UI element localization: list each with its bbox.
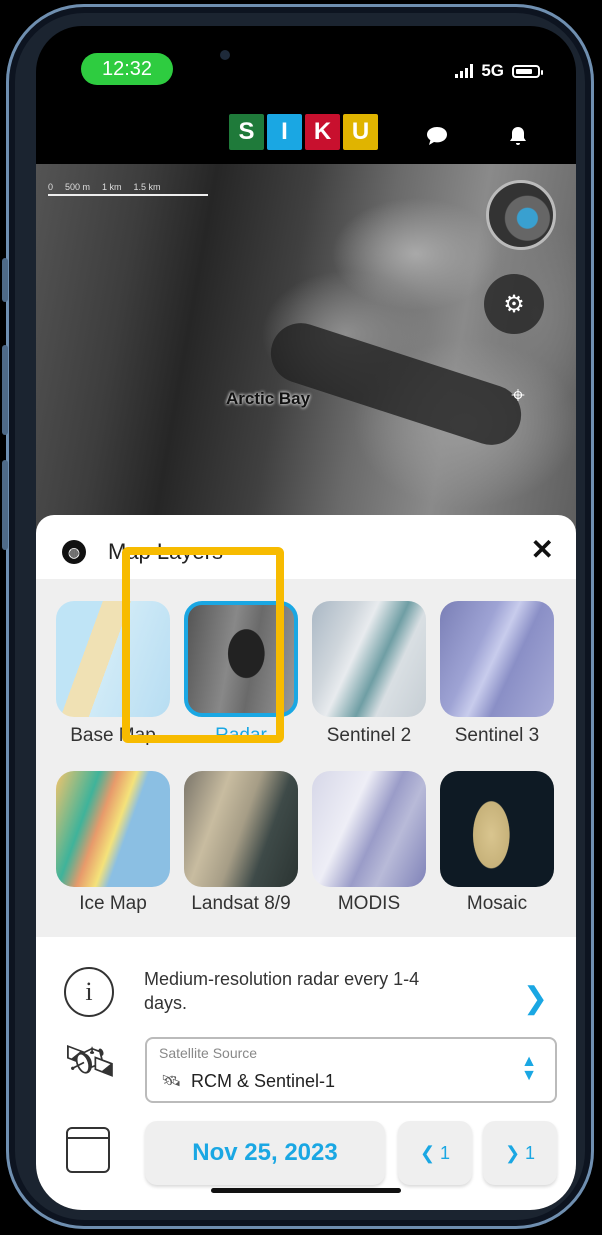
layer-tile-ice-map[interactable] — [56, 771, 170, 887]
side-button — [2, 258, 8, 302]
status-indicators: 5G — [455, 61, 543, 81]
map-water — [263, 315, 529, 453]
scale-label: 0 — [48, 182, 54, 192]
place-label: Arctic Bay — [226, 389, 311, 408]
chevron-right-icon: ❯ — [504, 1142, 526, 1163]
locate-button[interactable]: ⌖ — [492, 370, 544, 422]
scale-label: 1.5 km — [133, 182, 161, 192]
date-button[interactable]: Nov 25, 2023 — [145, 1121, 385, 1185]
scale-label: 500 m — [65, 182, 91, 192]
info-icon: i — [64, 967, 114, 1017]
front-camera — [220, 50, 230, 60]
calendar-icon — [66, 1127, 110, 1173]
chevron-right-icon[interactable]: ❯ — [523, 981, 548, 1016]
step-count: 1 — [525, 1142, 536, 1163]
next-date-button[interactable]: ❯ 1 — [483, 1121, 557, 1185]
status-time: 12:32 — [81, 53, 173, 85]
logo-letter: K — [305, 114, 340, 150]
layer-tile-mosaic[interactable] — [440, 771, 554, 887]
layer-description: Medium-resolution radar every 1-4 days. — [144, 969, 420, 1013]
scale-bar — [48, 194, 208, 196]
volume-up-button — [2, 345, 8, 435]
layer-tile-sentinel-2[interactable] — [312, 601, 426, 717]
logo-letter: U — [343, 114, 378, 150]
crosshair-icon: ⌖ — [511, 382, 525, 409]
satellite-source-caption: Satellite Source — [159, 1045, 258, 1061]
layer-label: Mosaic — [466, 893, 528, 914]
satellite-icon: 🛰 — [62, 1037, 118, 1086]
home-indicator[interactable] — [211, 1188, 401, 1193]
satellite-source-select[interactable]: Satellite Source 🛰 RCM & Sentinel-1 ▲ ▼ — [145, 1037, 557, 1103]
layer-tile-landsat[interactable] — [184, 771, 298, 887]
map-scale: 0 500 m 1 km 1.5 km — [48, 182, 161, 192]
select-arrows-icon: ▲ ▼ — [521, 1053, 537, 1084]
layer-tile-sentinel-3[interactable] — [440, 601, 554, 717]
satellite-small-icon: 🛰 — [161, 1073, 182, 1090]
layer-grid: Base Map Radar Sentinel 2 Sentinel 3 Ice… — [36, 579, 576, 937]
network-label: 5G — [481, 61, 504, 80]
profile-avatar-button[interactable] — [486, 180, 556, 250]
globe-icon: ◍ — [62, 540, 86, 564]
siku-logo: S I K U — [229, 114, 378, 150]
bell-icon[interactable] — [508, 126, 528, 154]
chevron-left-icon: ❮ — [419, 1142, 441, 1163]
layer-tile-modis[interactable] — [312, 771, 426, 887]
selection-highlight — [122, 547, 284, 743]
logo-letter: I — [267, 114, 302, 150]
map-layers-panel: ◍ Map Layers ✕ Base Map Radar Sentinel 2… — [36, 515, 576, 1210]
signal-icon — [455, 64, 474, 78]
logo-letter: S — [229, 114, 264, 150]
map-settings-button[interactable]: ⚙ — [484, 274, 544, 334]
volume-down-button — [2, 460, 8, 550]
close-icon: ✕ — [530, 534, 554, 565]
gear-icon: ⚙ — [503, 290, 525, 318]
satellite-source-value: RCM & Sentinel-1 — [191, 1071, 336, 1091]
layer-label: MODIS — [337, 893, 401, 914]
chat-icon[interactable] — [426, 126, 448, 152]
layer-label: Landsat 8/9 — [191, 893, 291, 914]
app-screen: 12:32 5G S I K U 0 500 m 1 km 1.5 km Arc… — [36, 26, 576, 1210]
scale-label: 1 km — [102, 182, 122, 192]
layer-label: Sentinel 2 — [326, 725, 412, 746]
layer-label: Sentinel 3 — [454, 725, 540, 746]
battery-icon — [512, 64, 543, 78]
close-button[interactable]: ✕ — [531, 533, 554, 566]
layer-label: Ice Map — [79, 893, 147, 914]
step-count: 1 — [440, 1142, 451, 1163]
previous-date-button[interactable]: ❮ 1 — [398, 1121, 472, 1185]
